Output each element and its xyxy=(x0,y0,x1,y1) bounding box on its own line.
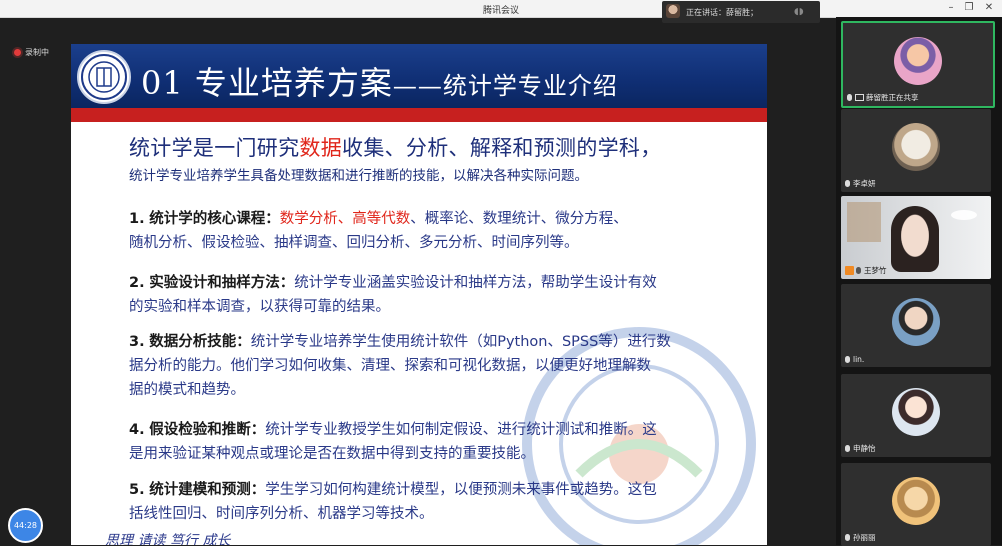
video-background-light xyxy=(951,210,977,220)
avatar xyxy=(892,123,940,171)
speaking-indicator: 正在讲话：薛留胜； ◖◗ xyxy=(662,1,820,23)
item-text: 统计学专业教授学生如何制定假设、进行统计测试和推断。这 xyxy=(265,422,657,438)
avatar xyxy=(892,388,940,436)
shared-slide: 01 专业培养方案——统计学专业介绍 统计学是一门研究数据收集、分析、解释和预测… xyxy=(71,44,767,545)
participant-tile[interactable]: 孙丽丽 xyxy=(841,463,991,546)
participant-label: 李卓妍 xyxy=(845,178,876,189)
participant-label: 王梦竹 xyxy=(845,265,887,276)
item-text: 学生学习如何构建统计模型，以便预测未来事件或趋势。这包 xyxy=(265,482,657,498)
maximize-icon[interactable]: ❐ xyxy=(962,2,976,13)
item-key: 统计学的核心课程： xyxy=(149,211,280,227)
mic-icon xyxy=(856,267,861,274)
item-number: 5. xyxy=(129,482,145,498)
participant-label: 薛留胜正在共享 xyxy=(847,92,919,103)
avatar xyxy=(892,477,940,525)
minimize-icon[interactable]: – xyxy=(944,2,958,13)
participant-video-tile[interactable]: 王梦竹 xyxy=(841,196,991,279)
participant-video xyxy=(891,206,939,272)
participant-tile[interactable]: lin. xyxy=(841,284,991,367)
list-item: 1. 统计学的核心课程：数学分析、高等代数、概率论、数理统计、微分方程、 随机分… xyxy=(129,207,719,255)
window-titlebar: 腾讯会议 – ❐ ✕ xyxy=(0,0,1002,18)
participant-panel: 薛留胜正在共享 李卓妍 王梦竹 lin. 申静怡 孙丽丽 xyxy=(836,17,1002,546)
app-title: 腾讯会议 xyxy=(482,6,519,16)
audio-wave-icon: ◖◗ xyxy=(794,7,804,17)
person-icon xyxy=(845,266,854,275)
item-key: 实验设计和抽样方法： xyxy=(149,275,295,291)
recording-label: 录制中 xyxy=(25,48,49,57)
participant-tile[interactable]: 申静怡 xyxy=(841,374,991,457)
mic-icon xyxy=(847,94,852,101)
speaking-text: 正在讲话：薛留胜； xyxy=(686,8,758,17)
item-text: 、概率论、数理统计、微分方程、 xyxy=(410,211,628,227)
mic-icon xyxy=(845,445,850,452)
participant-label: lin. xyxy=(845,355,864,364)
item-text-line2: 据分析的能力。他们学习如何收集、清理、探索和可视化数据，以便更好地理解数 xyxy=(129,358,651,374)
video-background-shelf xyxy=(847,202,881,242)
list-item: 5. 统计建模和预测：学生学习如何构建统计模型，以便预测未来事件或趋势。这包 括… xyxy=(129,478,719,526)
participant-tile[interactable]: 薛留胜正在共享 xyxy=(841,21,995,108)
close-icon[interactable]: ✕ xyxy=(982,2,996,13)
item-text-line2: 随机分析、假设检验、抽样调查、回归分析、多元分析、时间序列等。 xyxy=(129,235,579,251)
participant-name: 薛留胜正在共享 xyxy=(866,93,919,102)
mic-icon xyxy=(845,356,850,363)
item-number: 1. xyxy=(129,211,145,227)
slide-subtitle: ——统计学专业介绍 xyxy=(392,72,618,100)
slide-subline: 统计学专业培养学生具备处理数据和进行推断的技能，以解决各种实际问题。 xyxy=(129,168,588,184)
participant-label: 申静怡 xyxy=(845,443,876,454)
item-key: 统计建模和预测： xyxy=(149,482,266,498)
participant-name: 李卓妍 xyxy=(853,179,876,188)
slide-motto: 思理 请读 笃行 成长 xyxy=(105,533,231,545)
item-text-line3: 据的模式和趋势。 xyxy=(129,382,245,398)
mic-icon xyxy=(845,534,850,541)
meeting-timer[interactable]: 44:28 xyxy=(8,508,43,543)
participant-name: 申静怡 xyxy=(853,444,876,453)
participant-label: 孙丽丽 xyxy=(845,532,876,543)
item-text: 统计学专业培养学生使用统计软件（如Python、SPSS等）进行数 xyxy=(250,334,671,350)
item-number: 2. xyxy=(129,275,145,291)
item-number: 3. xyxy=(129,334,145,350)
timer-text: 44:28 xyxy=(13,521,38,530)
item-key: 数据分析技能： xyxy=(149,334,251,350)
item-key: 假设检验和推断： xyxy=(149,422,266,438)
list-item: 4. 假设检验和推断：统计学专业教授学生如何制定假设、进行统计测试和推断。这 是… xyxy=(129,418,719,466)
recording-indicator: 录制中 xyxy=(14,47,49,58)
slide-header-stripe xyxy=(71,108,767,122)
slide-headline: 统计学是一门研究数据收集、分析、解释和预测的学科， xyxy=(129,132,729,162)
item-number: 4. xyxy=(129,422,145,438)
slide-intro: 统计学是一门研究数据收集、分析、解释和预测的学科， 统计学专业培养学生具备处理数… xyxy=(129,132,729,184)
avatar xyxy=(894,37,942,85)
item-text-line2: 是用来验证某种观点或理论是否在数据中得到支持的重要技能。 xyxy=(129,446,535,462)
recording-dot-icon xyxy=(14,49,21,56)
slide-title-text: 01 专业培养方案 xyxy=(141,64,393,102)
headline-highlight: 数据 xyxy=(299,136,343,160)
item-highlight: 数学分析、高等代数 xyxy=(279,211,411,227)
share-icon xyxy=(855,94,864,101)
participant-name: 孙丽丽 xyxy=(853,533,876,542)
list-item: 2. 实验设计和抽样方法：统计学专业涵盖实验设计和抽样方法，帮助学生设计有效 的… xyxy=(129,271,719,319)
list-item: 3. 数据分析技能：统计学专业培养学生使用统计软件（如Python、SPSS等）… xyxy=(129,330,719,402)
avatar xyxy=(892,298,940,346)
slide-title: 01 专业培养方案——统计学专业介绍 xyxy=(141,58,618,104)
participant-name: lin. xyxy=(853,355,865,364)
mic-icon xyxy=(845,180,850,187)
speaker-avatar xyxy=(666,4,680,18)
headline-part-1: 统计学是一门研究 xyxy=(129,136,300,160)
headline-part-2: 收集、分析、解释和预测的学科， xyxy=(342,136,662,160)
participant-tile[interactable]: 李卓妍 xyxy=(841,109,991,192)
item-text-line2: 的实验和样本调查，以获得可靠的结果。 xyxy=(129,299,390,315)
university-logo xyxy=(77,50,131,104)
item-text: 统计学专业涵盖实验设计和抽样方法，帮助学生设计有效 xyxy=(294,275,657,291)
participant-name: 王梦竹 xyxy=(864,266,887,275)
item-text-line2: 括线性回归、时间序列分析、机器学习等技术。 xyxy=(129,506,434,522)
